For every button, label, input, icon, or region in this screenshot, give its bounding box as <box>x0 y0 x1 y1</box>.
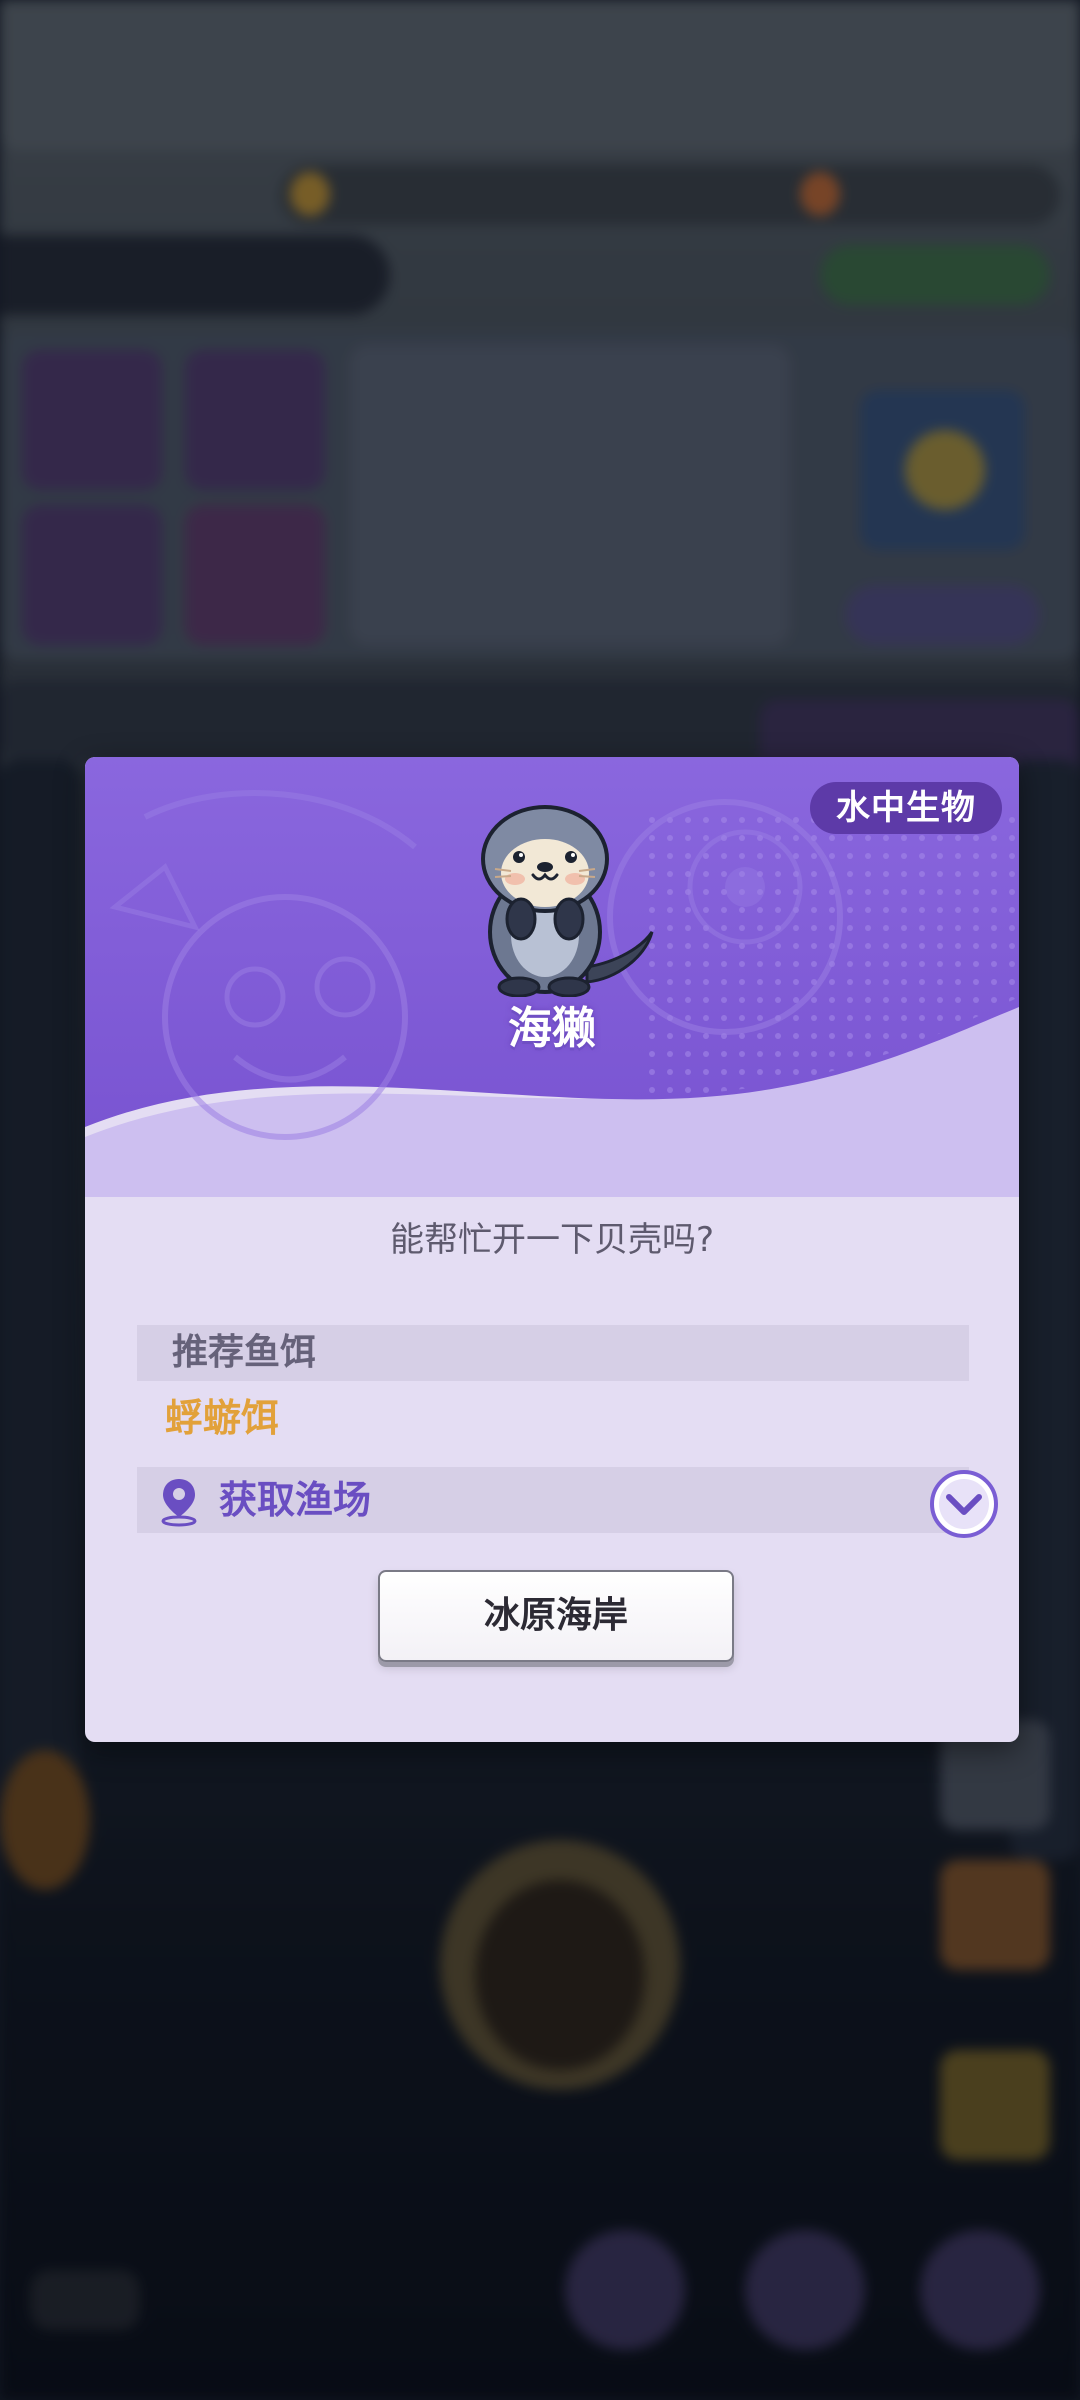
recommended-bait-header: 推荐鱼饵 <box>137 1325 969 1381</box>
fishery-location-button[interactable]: 冰原海岸 <box>378 1570 734 1662</box>
map-pin-icon <box>161 1479 197 1527</box>
creature-name: 海獭 <box>508 1003 596 1054</box>
sea-otter-icon <box>481 805 654 997</box>
creature-dialogue: 能帮忙开一下贝壳吗? <box>389 1220 715 1260</box>
fishery-section-toggle[interactable]: 获取渔场 <box>137 1467 998 1538</box>
dialog-header: 水中生物 海獭 <box>85 757 1019 1197</box>
chevron-down-icon[interactable] <box>929 1469 999 1539</box>
creature-info-dialog: 水中生物 海獭 能帮忙开一下贝壳吗? 推荐鱼饵 蜉蝣饵 获取渔场 冰原海岸 <box>85 757 1019 1742</box>
recommended-bait-title: 推荐鱼饵 <box>172 1332 317 1373</box>
recommended-bait-value: 蜉蝣饵 <box>165 1396 280 1440</box>
category-tag: 水中生物 <box>810 782 1002 834</box>
fishery-label: 获取渔场 <box>219 1478 372 1522</box>
